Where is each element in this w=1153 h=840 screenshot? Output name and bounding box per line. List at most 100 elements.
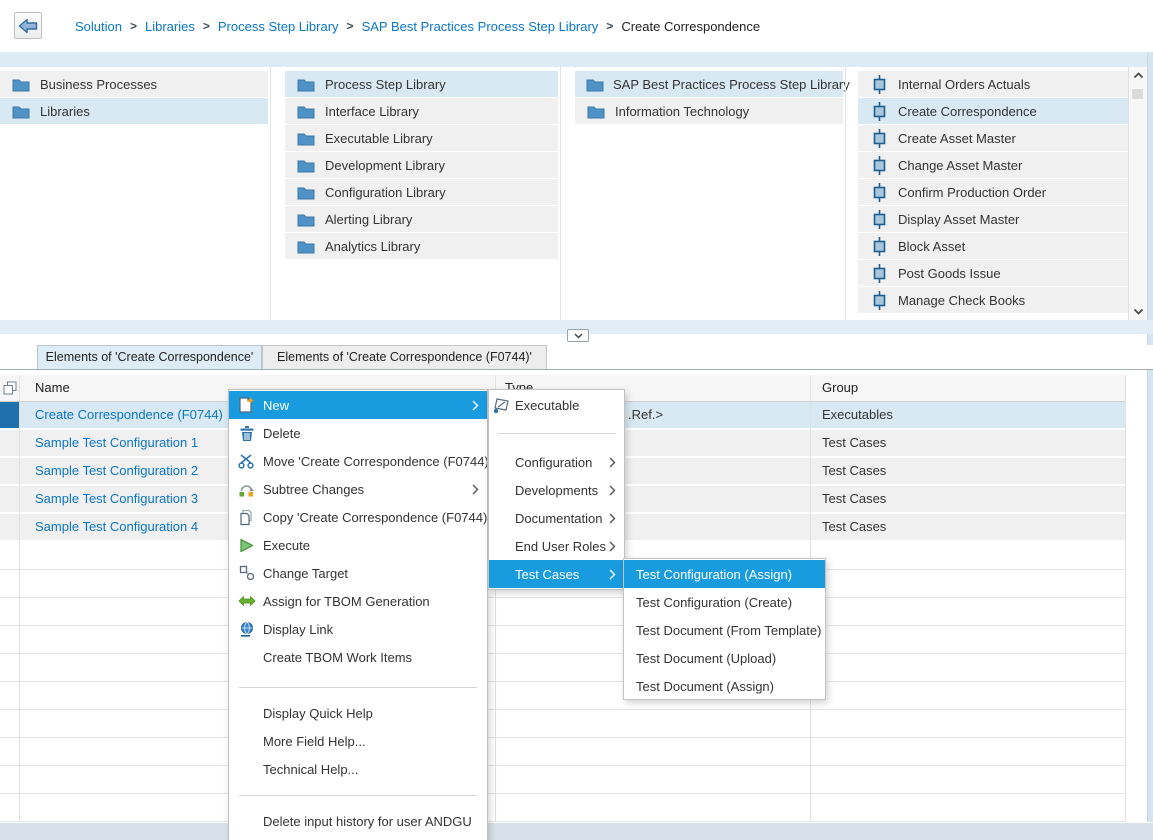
list-item[interactable]: Information Technology	[575, 98, 843, 124]
submenu-chevron-icon	[609, 569, 616, 580]
menu-item-assign-for-tbom[interactable]: Assign for TBOM Generation	[229, 587, 487, 615]
submenu-item-configuration[interactable]: Configuration	[489, 448, 624, 476]
menu-item-label: Test Configuration (Create)	[636, 595, 792, 610]
list-item-label: Create Correspondence	[898, 104, 1037, 119]
menu-item-copy[interactable]: Copy 'Create Correspondence (F0744)'	[229, 503, 487, 531]
menu-item-display-quick-help[interactable]: Display Quick Help	[229, 699, 487, 727]
cell-name[interactable]: Create Correspondence (F0744)	[35, 402, 223, 428]
list-item[interactable]: Manage Check Books	[858, 287, 1128, 313]
process-step-icon	[869, 102, 889, 121]
menu-item-display-link[interactable]: Display Link	[229, 615, 487, 643]
list-item[interactable]: Create Asset Master	[858, 125, 1128, 151]
panel-divider	[560, 67, 561, 320]
breadcrumb-solution[interactable]: Solution	[75, 19, 122, 34]
breadcrumb-sap-best-practices[interactable]: SAP Best Practices Process Step Library	[362, 19, 599, 34]
list-item[interactable]: Internal Orders Actuals	[858, 71, 1128, 97]
column-header-name[interactable]: Name	[35, 375, 70, 401]
cell-name[interactable]: Sample Test Configuration 3	[35, 486, 198, 512]
menu-item-label: Assign for TBOM Generation	[263, 594, 430, 609]
list-item-label: Manage Check Books	[898, 293, 1025, 308]
list-item[interactable]: Libraries	[0, 98, 268, 124]
menu-item-label: Display Quick Help	[263, 706, 373, 721]
submenu-item-test-configuration-assign[interactable]: Test Configuration (Assign)	[624, 560, 825, 588]
menu-item-label: Developments	[515, 483, 598, 498]
menu-item-execute[interactable]: Execute	[229, 531, 487, 559]
list-item-label: Internal Orders Actuals	[898, 77, 1030, 92]
scrollbar-thumb[interactable]	[1132, 89, 1143, 99]
scroll-up-icon[interactable]	[1133, 72, 1144, 79]
menu-item-delete[interactable]: Delete	[229, 419, 487, 447]
list-item[interactable]: Business Processes	[0, 71, 268, 97]
back-button[interactable]	[14, 12, 42, 39]
menu-separator	[239, 687, 477, 688]
list-item[interactable]: Process Step Library	[285, 71, 558, 97]
list-item-label: Process Step Library	[325, 77, 446, 92]
menu-item-new[interactable]: New	[229, 391, 487, 419]
collapse-panel-button[interactable]	[567, 329, 589, 342]
tab-elements-of-create-correspondence[interactable]: Elements of 'Create Correspondence'	[37, 345, 262, 369]
submenu-chevron-icon	[609, 485, 616, 496]
list-item[interactable]: SAP Best Practices Process Step Library	[575, 71, 843, 97]
list-item[interactable]: Change Asset Master	[858, 152, 1128, 178]
folder-icon	[296, 104, 316, 119]
cell-name[interactable]: Sample Test Configuration 4	[35, 514, 198, 540]
submenu-item-test-document-from-template[interactable]: Test Document (From Template)	[624, 616, 825, 644]
panel4-scrollbar[interactable]	[1128, 67, 1147, 320]
list-item[interactable]: Development Library	[285, 152, 558, 178]
list-item-label: Configuration Library	[325, 185, 446, 200]
menu-item-move[interactable]: Move 'Create Correspondence (F0744)'	[229, 447, 487, 475]
submenu-chevron-icon	[609, 541, 616, 552]
list-item-label: Post Goods Issue	[898, 266, 1001, 281]
menu-item-delete-input-history[interactable]: Delete input history for user ANDGU	[229, 807, 487, 835]
column-header-group[interactable]: Group	[822, 375, 858, 401]
list-item[interactable]: Display Asset Master	[858, 206, 1128, 232]
menu-item-technical-help[interactable]: Technical Help...	[229, 755, 487, 783]
tab-elements-of-create-correspondence-f0744[interactable]: Elements of 'Create Correspondence (F074…	[262, 345, 547, 369]
menu-item-label: Test Document (Upload)	[636, 651, 776, 666]
submenu-item-developments[interactable]: Developments	[489, 476, 624, 504]
process-step-icon	[869, 75, 889, 94]
list-item[interactable]: Alerting Library	[285, 206, 558, 232]
menu-item-subtree-changes[interactable]: Subtree Changes	[229, 475, 487, 503]
scroll-down-icon[interactable]	[1133, 308, 1144, 315]
cell-group: Test Cases	[822, 486, 886, 512]
submenu-item-executable[interactable]: Executable	[489, 391, 624, 419]
column-divider	[19, 375, 20, 822]
breadcrumb-separator: >	[606, 19, 613, 33]
list-item[interactable]: Analytics Library	[285, 233, 558, 259]
cell-name[interactable]: Sample Test Configuration 2	[35, 458, 198, 484]
copy-icon	[237, 508, 256, 527]
cell-name[interactable]: Sample Test Configuration 1	[35, 430, 198, 456]
list-item[interactable]: Block Asset	[858, 233, 1128, 259]
breadcrumb-libraries[interactable]: Libraries	[145, 19, 195, 34]
submenu-item-end-user-roles[interactable]: End User Roles	[489, 532, 624, 560]
browser-panel-4: Internal Orders Actuals Create Correspon…	[858, 71, 1128, 314]
menu-item-change-target[interactable]: Change Target	[229, 559, 487, 587]
submenu-item-test-configuration-create[interactable]: Test Configuration (Create)	[624, 588, 825, 616]
execute-icon	[237, 536, 256, 555]
list-item[interactable]: Post Goods Issue	[858, 260, 1128, 286]
list-item[interactable]: Executable Library	[285, 125, 558, 151]
submenu-item-test-document-assign[interactable]: Test Document (Assign)	[624, 672, 825, 700]
submenu-item-test-cases[interactable]: Test Cases	[489, 560, 624, 588]
tab-bar: Elements of 'Create Correspondence' Elem…	[0, 345, 1153, 370]
folder-icon	[586, 77, 604, 92]
list-item[interactable]: Interface Library	[285, 98, 558, 124]
breadcrumb-process-step-library[interactable]: Process Step Library	[218, 19, 339, 34]
list-item-label: Interface Library	[325, 104, 419, 119]
select-all-icon[interactable]	[3, 381, 17, 395]
empty-row	[0, 682, 1126, 710]
context-menu: New Delete Move 'Create Correspondence (…	[228, 389, 488, 840]
empty-row	[0, 766, 1126, 794]
submenu-item-test-document-upload[interactable]: Test Document (Upload)	[624, 644, 825, 672]
breadcrumb-current: Create Correspondence	[621, 19, 760, 34]
list-item[interactable]: Confirm Production Order	[858, 179, 1128, 205]
list-item-label: Display Asset Master	[898, 212, 1019, 227]
list-item[interactable]: Configuration Library	[285, 179, 558, 205]
breadcrumb-separator: >	[347, 19, 354, 33]
menu-item-more-field-help[interactable]: More Field Help...	[229, 727, 487, 755]
list-item[interactable]: Create Correspondence	[858, 98, 1128, 124]
submenu-item-documentation[interactable]: Documentation	[489, 504, 624, 532]
menu-item-create-tbom-work-items[interactable]: Create TBOM Work Items	[229, 643, 487, 671]
list-item-label: SAP Best Practices Process Step Library	[613, 77, 850, 92]
